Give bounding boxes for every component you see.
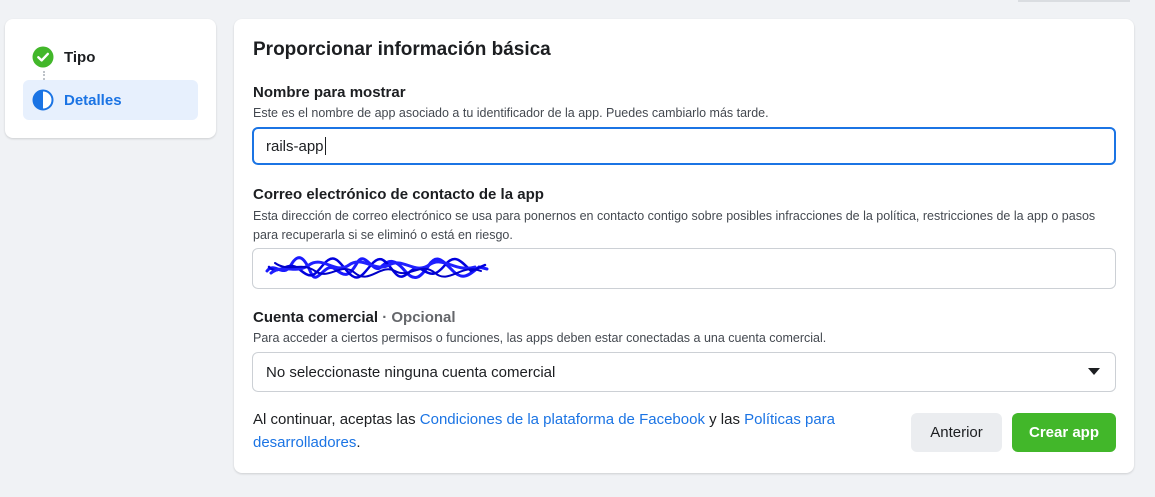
business-account-label-text: Cuenta comercial (253, 309, 379, 326)
terms-suffix: . (356, 434, 361, 451)
display-name-value: rails-app (266, 137, 324, 155)
business-account-selected: No seleccionaste ninguna cuenta comercia… (266, 363, 556, 381)
business-account-label: Cuenta comercial · Opcional (253, 309, 456, 326)
redaction-scribble (265, 256, 489, 280)
terms-middle: y las (704, 411, 745, 428)
half-circle-icon (32, 89, 54, 111)
contact-email-help: Esta dirección de correo electrónico se … (253, 209, 1096, 242)
display-name-label: Nombre para mostrar (253, 84, 406, 101)
step-label: Tipo (64, 48, 96, 66)
display-name-input[interactable]: rails-app (252, 127, 1116, 165)
contact-email-input[interactable] (252, 248, 1116, 289)
page-title: Proporcionar información básica (253, 39, 551, 60)
platform-terms-link[interactable]: Condiciones de la plataforma de Facebook (420, 411, 705, 428)
top-divider (1018, 0, 1130, 2)
check-circle-icon (32, 46, 54, 68)
step-detalles[interactable]: Detalles (23, 80, 198, 120)
display-name-help: Este es el nombre de app asociado a tu i… (253, 106, 769, 120)
step-tipo[interactable]: Tipo (23, 37, 198, 77)
text-caret (324, 137, 326, 155)
terms-prefix: Al continuar, aceptas las (253, 411, 420, 428)
step-label: Detalles (64, 91, 122, 109)
step-navigation: Tipo Detalles (5, 19, 216, 138)
caret-down-icon (1088, 368, 1100, 375)
contact-email-label: Correo electrónico de contacto de la app (253, 186, 544, 203)
business-account-select[interactable]: No seleccionaste ninguna cuenta comercia… (252, 352, 1116, 392)
terms-text: Al continuar, aceptas las Condiciones de… (253, 408, 853, 454)
app-details-form: Proporcionar información básica Nombre p… (234, 19, 1134, 473)
create-app-button[interactable]: Crear app (1012, 413, 1116, 452)
optional-tag: · Opcional (382, 309, 456, 326)
back-button[interactable]: Anterior (911, 413, 1002, 452)
business-account-help: Para acceder a ciertos permisos o funcio… (253, 331, 827, 345)
